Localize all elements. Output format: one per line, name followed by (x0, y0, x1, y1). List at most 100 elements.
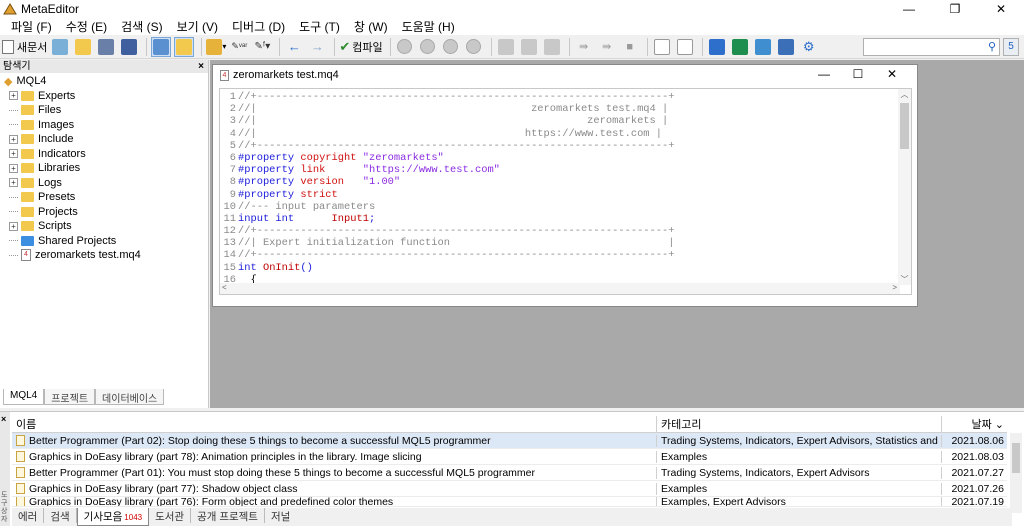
mql5-storage-button[interactable] (707, 37, 727, 57)
insert-function-button[interactable]: ✎ᶠ▾ (252, 37, 272, 57)
scroll-thumb[interactable] (900, 103, 909, 149)
tab-public-projects[interactable]: 공개 프로젝트 (191, 508, 265, 523)
save-button[interactable] (96, 37, 116, 57)
tab-mql4[interactable]: MQL4 (3, 389, 45, 405)
table-row[interactable]: Graphics in DoEasy library (part 78): An… (12, 449, 1007, 465)
debug-start-button[interactable] (418, 37, 438, 57)
tab-codebase[interactable]: 도서관 (149, 508, 192, 523)
tree-item-scripts[interactable]: + Scripts (0, 219, 208, 234)
scroll-up-icon[interactable]: ︿ (898, 89, 911, 100)
compile-button[interactable]: ✔ 컴파일 (339, 37, 382, 57)
code-editor[interactable]: 1//+------------------------------------… (219, 88, 912, 295)
debug-stop-button[interactable] (464, 37, 484, 57)
expand-icon[interactable]: + (9, 178, 18, 188)
table-row[interactable]: Graphics in DoEasy library (part 77): Sh… (12, 481, 1007, 497)
pen-icon (708, 38, 725, 55)
editor-close-button[interactable]: ✕ (875, 67, 909, 81)
scroll-left-icon[interactable]: < (222, 283, 227, 292)
insert-var-button[interactable]: ✎ᵛᵃʳ (229, 37, 249, 57)
step-out-button[interactable] (542, 37, 562, 57)
tree-item-label: Experts (38, 89, 76, 102)
tree-item-libraries[interactable]: + Libraries (0, 161, 208, 176)
menu-help[interactable]: 도움말 (H) (395, 18, 462, 35)
new-project-button[interactable] (50, 37, 70, 57)
settings-button[interactable]: ⚙ (799, 37, 819, 57)
verify-button[interactable] (753, 37, 773, 57)
search-icon[interactable]: ⚲ (988, 40, 996, 53)
menu-search[interactable]: 검색 (S) (114, 18, 169, 35)
menu-edit[interactable]: 수정 (E) (59, 18, 114, 35)
menu-view[interactable]: 보기 (V) (170, 18, 225, 35)
maximize-button[interactable]: ❐ (932, 0, 978, 17)
tree-item-shared-projects[interactable]: Shared Projects (0, 234, 208, 249)
column-date-header[interactable]: 날짜 ⌄ (942, 416, 1007, 432)
arrow-right-icon: → (310, 39, 324, 54)
scroll-right-icon[interactable]: > (892, 283, 897, 292)
expand-icon[interactable]: + (9, 91, 18, 101)
forward-button[interactable]: → (307, 37, 327, 57)
find-in-files-button[interactable] (675, 37, 695, 57)
menu-debug[interactable]: 디버그 (D) (225, 18, 292, 35)
terminal-button[interactable] (776, 37, 796, 57)
navigator-close-button[interactable]: × (198, 60, 204, 73)
tab-database[interactable]: 데이터베이스 (95, 389, 165, 405)
folder-icon (21, 192, 34, 203)
profile-stop-button[interactable]: ■ (620, 37, 640, 57)
tree-item-projects[interactable]: Projects (0, 205, 208, 220)
debug-pause-button[interactable] (441, 37, 461, 57)
toolbox-close-button[interactable]: × (1, 414, 6, 424)
editor-maximize-button[interactable]: ☐ (841, 67, 875, 81)
tree-item-source-file[interactable]: 4 zeromarkets test.mq4 (0, 248, 208, 263)
tab-journal[interactable]: 저널 (265, 508, 296, 523)
menu-tools[interactable]: 도구 (T) (292, 18, 347, 35)
table-row[interactable]: Graphics in DoEasy library (part 76): Fo… (12, 497, 1007, 507)
save-all-button[interactable] (119, 37, 139, 57)
search-input[interactable]: ⚲ (863, 38, 1000, 56)
back-button[interactable]: ← (284, 37, 304, 57)
step-over-button[interactable] (519, 37, 539, 57)
tab-articles[interactable]: 기사모음 1043 (76, 508, 150, 526)
toolbox-vertical-scrollbar[interactable] (1010, 433, 1022, 513)
minimize-button[interactable]: — (886, 0, 932, 17)
tab-errors[interactable]: 에러 (12, 508, 45, 523)
community-button[interactable]: 5 (1003, 38, 1019, 56)
expand-icon[interactable]: + (9, 221, 18, 231)
toolbox-toggle-button[interactable] (174, 36, 195, 57)
open-button[interactable] (73, 37, 93, 57)
tree-root-mql4[interactable]: ◆ MQL4 (0, 74, 208, 89)
editor-vertical-scrollbar[interactable]: ︿ ﹀ (898, 89, 911, 285)
column-name-header[interactable]: 이름 (12, 416, 657, 432)
tree-item-experts[interactable]: + Experts (0, 89, 208, 104)
tree-item-logs[interactable]: + Logs (0, 176, 208, 191)
debug-start-history-button[interactable] (395, 37, 415, 57)
menu-file[interactable]: 파일 (F) (4, 18, 59, 35)
navigator-toggle-button[interactable] (151, 36, 172, 57)
menu-window[interactable]: 창 (W) (347, 18, 395, 35)
column-category-header[interactable]: 카테고리 (657, 416, 942, 432)
tree-item-indicators[interactable]: + Indicators (0, 147, 208, 162)
tree-item-include[interactable]: + Include (0, 132, 208, 147)
profile-history-button[interactable]: ⇛ (574, 37, 594, 57)
code-line: 11 input int Input1; (223, 212, 376, 225)
new-document-button[interactable]: 새문서 (2, 37, 47, 57)
main-toolbar: 새문서 ▾ ✎ᵛᵃʳ ✎ᶠ▾ ← → ✔ 컴파일 ⇛ ⇛ ■ ⚙ ⚲ 5 (0, 35, 1024, 59)
editor-minimize-button[interactable]: — (807, 67, 841, 81)
step-into-button[interactable] (496, 37, 516, 57)
tree-item-presets[interactable]: Presets (0, 190, 208, 205)
expand-icon[interactable]: + (9, 134, 18, 144)
profile-button[interactable]: ⇛ (597, 37, 617, 57)
styler-button[interactable]: ▾ (206, 37, 226, 57)
tree-item-images[interactable]: Images (0, 118, 208, 133)
tab-projects[interactable]: 프로젝트 (44, 389, 96, 405)
table-row[interactable]: Better Programmer (Part 02): Stop doing … (12, 433, 1007, 449)
tree-item-files[interactable]: Files (0, 103, 208, 118)
scroll-thumb[interactable] (1012, 443, 1020, 473)
close-button[interactable]: ✕ (978, 0, 1024, 17)
tab-search[interactable]: 검색 (44, 508, 77, 523)
copy-button[interactable] (652, 37, 672, 57)
expand-icon[interactable]: + (9, 149, 18, 159)
table-row[interactable]: Better Programmer (Part 01): You must st… (12, 465, 1007, 481)
editor-horizontal-scrollbar[interactable]: < > (220, 283, 900, 294)
expand-icon[interactable]: + (9, 163, 18, 173)
market-button[interactable] (730, 37, 750, 57)
